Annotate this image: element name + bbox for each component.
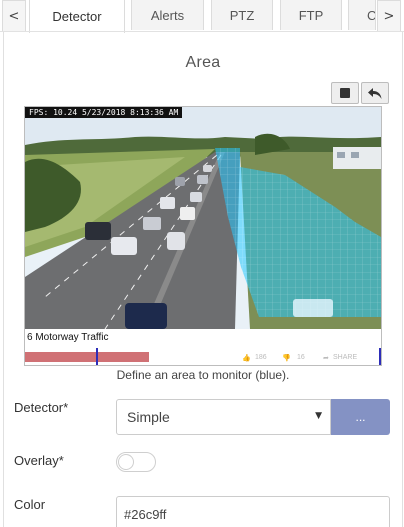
overlay-toggle-knob [118,454,134,470]
stop-icon [340,88,350,98]
color-input[interactable]: #26c9ff [116,496,390,527]
camera-scene [25,107,381,329]
detector-options-button[interactable]: ... [331,399,390,435]
undo-button[interactable] [361,82,389,104]
overlay-label: Overlay* [14,453,64,468]
color-input-value: #26c9ff [124,506,167,522]
chevron-down-icon: ▼ [315,411,322,421]
detector-select[interactable]: Simple ▼ [116,399,331,435]
video-title: 6 Motorway Traffic [27,332,109,343]
share-label: SHARE [333,354,358,361]
area-section-title: Area [185,54,221,71]
tabs-scroll-left-button[interactable]: < [2,0,26,32]
tab-alerts[interactable]: Alerts [131,0,204,30]
tab-ftp[interactable]: FTP [280,0,342,30]
tab-bar: < Detector Alerts PTZ FTP Cl > [0,0,404,33]
tab-detector[interactable]: Detector [29,0,125,33]
tab-cl-partial[interactable]: Cl [348,0,376,30]
tabs-scroll-right-button[interactable]: > [377,0,401,32]
video-progress-played[interactable] [25,352,149,362]
tab-ptz[interactable]: PTZ [211,0,273,30]
undo-icon [368,88,382,99]
video-info-bar: 6 Motorway Traffic 👍 186 👎 16 ➦ SHARE [25,329,381,365]
camera-video-frame[interactable]: FPS: 10.24 5/23/2018 8:13:36 AM 6 Motorw… [24,106,382,366]
color-label: Color [14,497,46,512]
like-icon: 👍 [242,355,251,362]
stop-button[interactable] [331,82,359,104]
video-end-marker[interactable] [379,348,381,365]
video-start-marker[interactable] [96,348,98,365]
detector-panel: Area FPS: 10.24 5/23/2018 8:13:36 AM 6 M… [3,32,403,527]
detector-select-value: Simple [127,409,170,425]
like-count: 186 [255,354,267,361]
detector-label: Detector* [14,400,69,415]
dislike-icon: 👎 [282,355,291,362]
area-instructions: Define an area to monitor (blue). [116,368,290,382]
overlay-toggle[interactable] [116,452,156,472]
dislike-count: 16 [297,354,305,361]
share-icon: ➦ [323,355,329,362]
video-osd-timestamp: FPS: 10.24 5/23/2018 8:13:36 AM [25,107,183,118]
